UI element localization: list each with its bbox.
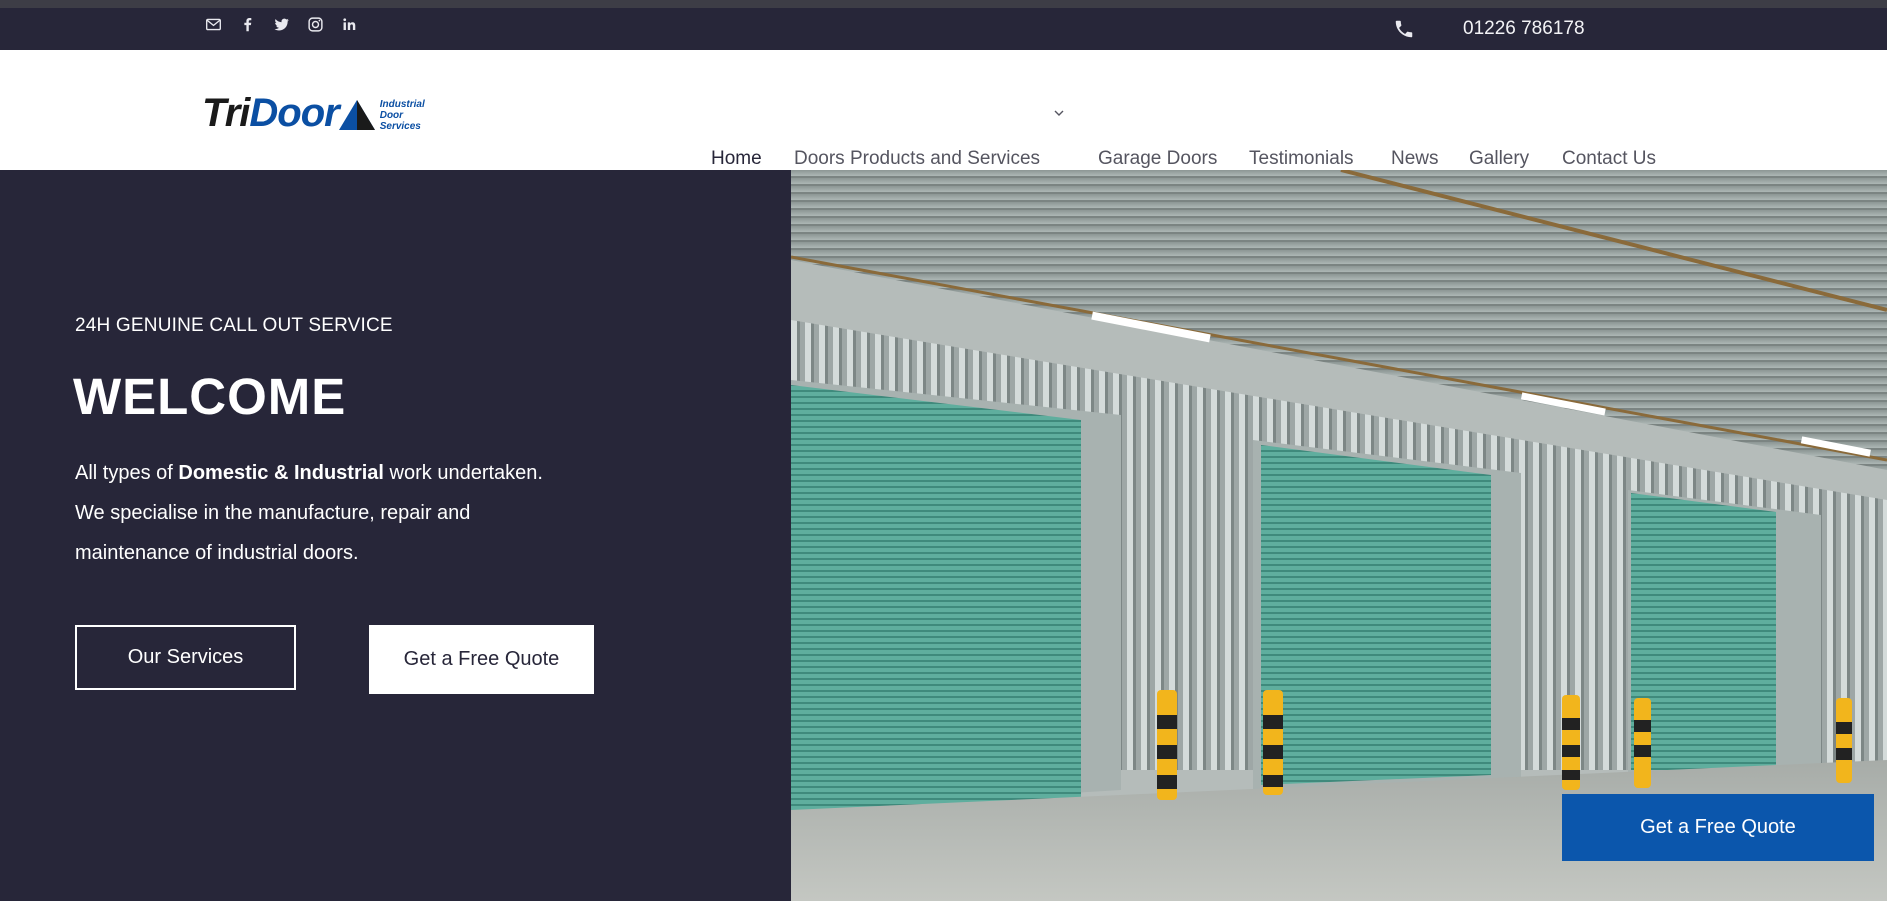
phone-number-link[interactable]: 01226 786178 (1463, 18, 1585, 40)
phone-icon[interactable] (1393, 18, 1415, 40)
top-bar: 01226 786178 (0, 8, 1887, 50)
nav-gallery[interactable]: Gallery (1469, 148, 1529, 170)
main-nav: Home Doors Products and Services Garage … (0, 98, 1887, 169)
hero-kicker: 24H GENUINE CALL OUT SERVICE (75, 315, 393, 336)
hero-image-warehouse-doors (791, 170, 1887, 901)
our-services-button[interactable]: Our Services (75, 625, 296, 690)
site-header: Tri Door Industrial Door Services Home D… (0, 50, 1887, 170)
mail-icon[interactable] (204, 15, 222, 33)
hero-panel: 24H GENUINE CALL OUT SERVICE WELCOME All… (0, 170, 791, 901)
hero-blurb: All types of Domestic & Industrial work … (75, 453, 545, 573)
facebook-icon[interactable] (238, 15, 256, 33)
chevron-down-icon[interactable] (1053, 107, 1065, 119)
instagram-icon[interactable] (306, 15, 324, 33)
blurb-pre: All types of (75, 462, 179, 484)
nav-garage-doors[interactable]: Garage Doors (1098, 148, 1217, 170)
nav-news[interactable]: News (1391, 148, 1439, 170)
linkedin-icon[interactable] (340, 15, 358, 33)
hero-free-quote-button[interactable]: Get a Free Quote (369, 625, 594, 694)
browser-top-strip (0, 0, 1887, 8)
floating-free-quote-button[interactable]: Get a Free Quote (1562, 794, 1874, 861)
nav-contact-us[interactable]: Contact Us (1562, 148, 1656, 170)
nav-testimonials[interactable]: Testimonials (1249, 148, 1354, 170)
nav-doors-products-and-services[interactable]: Doors Products and Services (794, 148, 1040, 170)
social-links (204, 15, 358, 33)
blurb-bold: Domestic & Industrial (178, 462, 384, 484)
hero-title: WELCOME (73, 368, 347, 425)
twitter-icon[interactable] (272, 15, 290, 33)
nav-home[interactable]: Home (711, 148, 762, 170)
